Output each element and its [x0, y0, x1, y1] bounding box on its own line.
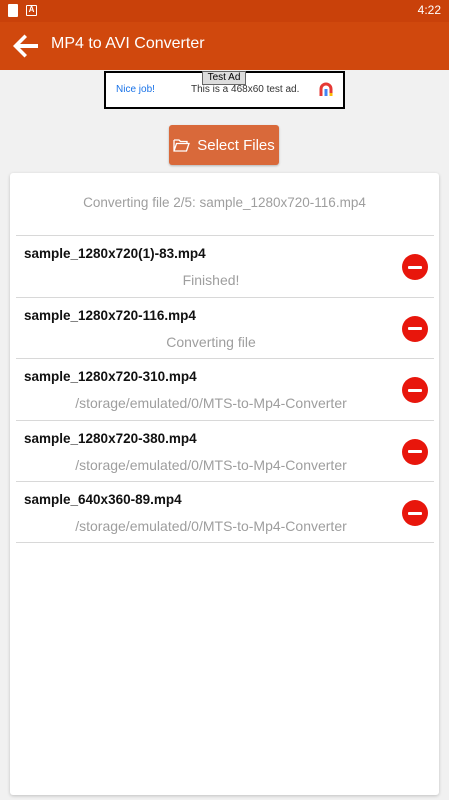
- remove-file-icon[interactable]: [402, 254, 428, 280]
- list-item: sample_1280x720-116.mp4 Converting file: [16, 296, 434, 359]
- ad-nice-text: Nice job!: [116, 84, 155, 95]
- remove-file-icon[interactable]: [402, 500, 428, 526]
- file-name: sample_1280x720-116.mp4: [24, 307, 196, 323]
- file-name: sample_1280x720-380.mp4: [24, 430, 197, 446]
- remove-file-icon[interactable]: [402, 438, 428, 465]
- app-title: MP4 to AVI Converter: [51, 35, 205, 52]
- file-status: Converting file: [166, 333, 256, 350]
- arrow-left-icon[interactable]: [10, 30, 42, 62]
- status-bar: A 4:22: [0, 0, 449, 22]
- list-item: sample_1280x720-310.mp4 /storage/emulate…: [16, 358, 434, 420]
- list-item: sample_1280x720(1)-83.mp4 Finished!: [16, 235, 434, 297]
- file-name: sample_1280x720(1)-83.mp4: [24, 246, 206, 261]
- file-list: sample_1280x720(1)-83.mp4 Finished! samp…: [16, 235, 434, 543]
- notification-icon: A: [26, 5, 37, 16]
- app-bar: MP4 to AVI Converter: [0, 22, 449, 70]
- select-files-button[interactable]: Select Files: [169, 125, 279, 165]
- remove-file-icon[interactable]: [402, 315, 428, 342]
- folder-open-icon: [173, 139, 191, 152]
- test-ad-tag: Test Ad: [202, 71, 246, 85]
- file-status: /storage/emulated/0/MTS-to-Mp4-Converter: [75, 456, 347, 473]
- conversion-card: Converting file 2/5: sample_1280x720-116…: [10, 173, 439, 795]
- file-status: /storage/emulated/0/MTS-to-Mp4-Converter: [75, 518, 347, 534]
- select-files-label: Select Files: [197, 136, 275, 154]
- file-status: Finished!: [182, 272, 240, 288]
- file-name: sample_640x360-89.mp4: [24, 492, 182, 507]
- sd-card-icon: [8, 4, 18, 17]
- list-item: sample_640x360-89.mp4 /storage/emulated/…: [16, 481, 434, 543]
- file-name: sample_1280x720-310.mp4: [24, 369, 197, 384]
- file-status: /storage/emulated/0/MTS-to-Mp4-Converter: [75, 395, 347, 411]
- ad-body-text: This is a 468x60 test ad.: [191, 84, 300, 95]
- clock: 4:22: [417, 3, 441, 17]
- ad-choices-icon[interactable]: [317, 81, 335, 99]
- list-item: sample_1280x720-380.mp4 /storage/emulate…: [16, 419, 434, 482]
- conversion-status: Converting file 2/5: sample_1280x720-116…: [83, 195, 366, 210]
- remove-file-icon[interactable]: [402, 377, 428, 403]
